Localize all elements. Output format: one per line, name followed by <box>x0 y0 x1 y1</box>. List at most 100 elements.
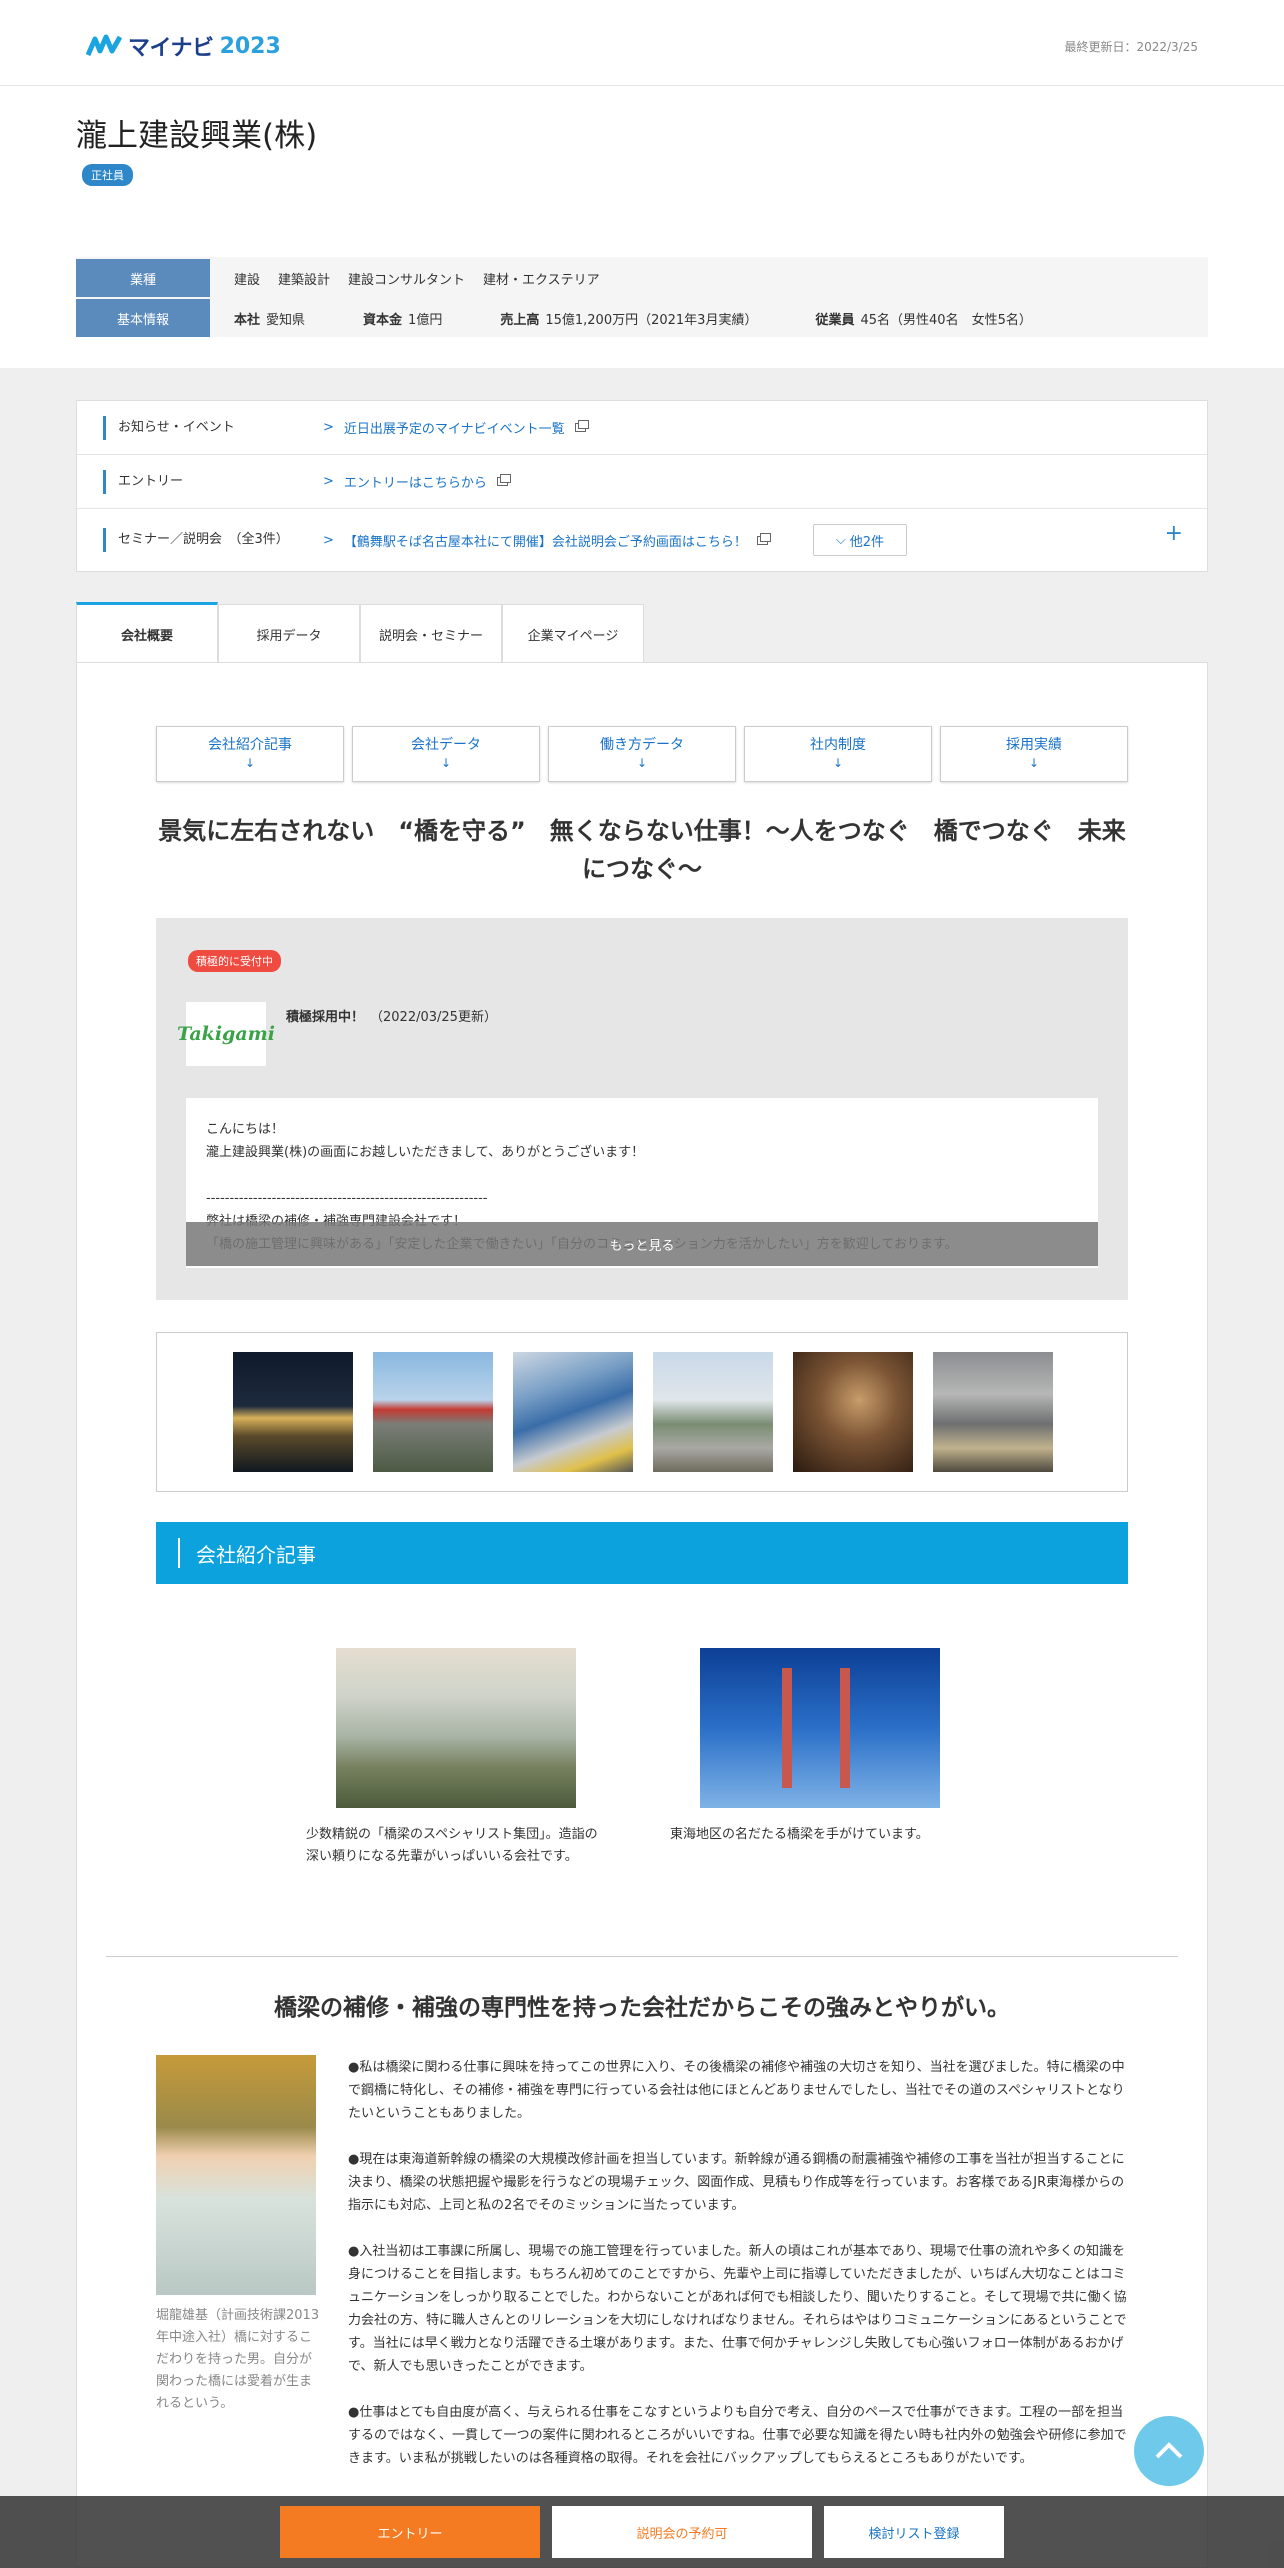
anchor-label: 採用実績 <box>1006 736 1062 753</box>
bottom-action-bar: エントリー 説明会の予約可 検討リスト登録 <box>0 2496 1284 2568</box>
industry-value: 建材・エクステリア <box>483 272 600 288</box>
logo-year: 2023 <box>219 33 281 59</box>
article-body: ●私は橋梁に関わる仕事に興味を持ってこの世界に入り、その後橋梁の補修や補強の大切… <box>348 2056 1128 2493</box>
arrow-down-icon: ↓ <box>244 756 256 771</box>
feature-caption: 東海地区の名だたる橋梁を手がけています。 <box>670 1827 929 1842</box>
article-headline: 橋梁の補修・補強の専門性を持った会社だからこその強みとやりがい。 <box>274 1995 1010 2021</box>
gallery-thumb-steel-structure[interactable] <box>933 1352 1053 1472</box>
news-box: 積極的に受付中 Takigami 積極採用中！ （2022/03/25更新） こん… <box>156 918 1128 1300</box>
notice-row-events: お知らせ・イベント > 近日出展予定のマイナビイベント一覧 <box>77 401 1207 455</box>
employees: 従業員 45名（男性40名 女性5名） <box>815 309 1031 328</box>
team-photo <box>336 1648 576 1808</box>
news-title-text: 積極採用中！ <box>286 1010 365 1025</box>
recruiting-status-badge: 積極的に受付中 <box>188 950 281 972</box>
events-link[interactable]: > 近日出展予定のマイナビイベント一覧 <box>323 418 589 437</box>
gallery-thumb-staircase[interactable] <box>513 1352 633 1472</box>
chevron-right-icon: > <box>323 420 334 435</box>
anchor-work-style[interactable]: 働き方データ ↓ <box>548 726 736 782</box>
seminar-reservation-button[interactable]: 説明会の予約可 <box>552 2506 812 2558</box>
logo-wordmark: Takigami <box>177 1023 275 1045</box>
notice-label: セミナー／説明会 （全3件） <box>103 528 289 552</box>
anchor-label: 会社データ <box>411 736 481 753</box>
gallery-thumb-workers[interactable] <box>793 1352 913 1472</box>
info-key: 資本金 <box>363 312 403 328</box>
arrow-down-icon: ↓ <box>440 756 452 771</box>
info-key: 売上高 <box>500 312 540 328</box>
industry-values: 建設 建築設計 建設コンサルタント 建材・エクステリア <box>210 269 600 288</box>
news-date: （2022/03/25更新） <box>370 1010 497 1025</box>
info-key: 従業員 <box>815 312 855 328</box>
article-paragraph: ●仕事はとても自由度が高く、与えられる仕事をこなすというよりも自分で考え、自分の… <box>348 2405 1127 2466</box>
info-value: 15億1,200万円（2021年3月実績） <box>545 312 758 328</box>
anchor-nav: 会社紹介記事 ↓ 会社データ ↓ 働き方データ ↓ 社内制度 ↓ 採用実績 ↓ <box>156 726 1128 782</box>
read-more-button[interactable]: もっと見る <box>186 1222 1098 1266</box>
industry-value: 建設 <box>234 272 261 288</box>
page-tabs: 会社概要 採用データ 説明会・セミナー 企業マイページ <box>76 602 644 664</box>
link-text: 【鶴舞駅そば名古屋本社にて開催】会社説明会ご予約画面はこちら！ <box>343 534 747 550</box>
notice-row-seminar: セミナー／説明会 （全3件） > 【鶴舞駅そば名古屋本社にて開催】会社説明会ご予約… <box>77 509 1207 571</box>
entry-link[interactable]: > エントリーはこちらから <box>323 472 511 491</box>
mynavi-logo[interactable]: マイナビ 2023 <box>86 30 281 62</box>
mynavi-mark-icon <box>86 34 122 57</box>
tab-recruit-data[interactable]: 採用データ <box>218 604 360 664</box>
chevron-right-icon: > <box>323 474 334 489</box>
anchor-label: 会社紹介記事 <box>208 736 292 753</box>
info-key: 本社 <box>234 312 261 328</box>
chevron-down-icon: ⌵ <box>835 532 846 548</box>
last-updated: 最終更新日：2022/3/25 <box>1064 40 1198 54</box>
anchor-company-articles[interactable]: 会社紹介記事 ↓ <box>156 726 344 782</box>
external-window-icon <box>574 420 589 432</box>
arrow-down-icon: ↓ <box>636 756 648 771</box>
employment-type-badge: 正社員 <box>82 164 133 186</box>
divider <box>106 1956 1178 1957</box>
sales: 売上高 15億1,200万円（2021年3月実績） <box>500 309 757 328</box>
news-title: 積極採用中！ （2022/03/25更新） <box>286 1006 497 1025</box>
article-paragraph: ●現在は東海道新幹線の橋梁の大規模改修計画を担当しています。新幹線が通る鋼橋の耐… <box>348 2152 1125 2213</box>
notice-row-entry: エントリー > エントリーはこちらから <box>77 455 1207 509</box>
capital: 資本金 1億円 <box>363 309 442 328</box>
gallery-thumb-construction-site[interactable] <box>653 1352 773 1472</box>
anchor-hiring-record[interactable]: 採用実績 ↓ <box>940 726 1128 782</box>
scroll-to-top-button[interactable] <box>1134 2416 1204 2486</box>
basic-info-values: 本社 愛知県 資本金 1億円 売上高 15億1,200万円（2021年3月実績） 従業… <box>210 309 1072 328</box>
company-info-table: 業種 建設 建築設計 建設コンサルタント 建材・エクステリア 基本情報 本社 愛知… <box>76 257 1208 337</box>
gallery-thumb-red-bridge[interactable] <box>373 1352 493 1472</box>
anchor-label: 働き方データ <box>600 736 684 753</box>
anchor-internal-systems[interactable]: 社内制度 ↓ <box>744 726 932 782</box>
external-window-icon <box>756 532 771 545</box>
industry-value: 建設コンサルタント <box>348 272 466 288</box>
article-paragraph: ●入社当初は工事課に所属し、現場での施工管理を行っていました。新人の頃はこれが基… <box>348 2244 1127 2374</box>
industry-value: 建築設計 <box>278 272 331 288</box>
chevron-right-icon: > <box>323 532 334 548</box>
notices-panel: お知らせ・イベント > 近日出展予定のマイナビイベント一覧 エントリー > エントリ… <box>76 400 1208 572</box>
section-heading: 会社紹介記事 <box>156 1522 1128 1584</box>
employee-caption: 堀龍雄基（計画技術課2013年中途入社）橋に対するこだわりを持った男。自分が関わ… <box>156 2308 320 2411</box>
feature-bridge: 東海地区の名だたる橋梁を手がけています。 <box>670 1648 970 1846</box>
tab-company-overview[interactable]: 会社概要 <box>76 602 218 664</box>
link-text: 近日出展予定のマイナビイベント一覧 <box>343 422 565 437</box>
headquarters: 本社 愛知県 <box>234 309 305 328</box>
basic-info-row: 基本情報 本社 愛知県 資本金 1億円 売上高 15億1,200万円（2021年3月実… <box>76 299 1208 337</box>
chevron-up-icon <box>1155 2442 1183 2459</box>
external-window-icon <box>496 474 511 486</box>
company-name: 瀧上建設興業(株) <box>76 118 318 154</box>
catchphrase-headline: 景気に左右されない “橋を守る” 無くならない仕事！～人をつなぐ 橋でつなぐ 未… <box>158 817 1126 883</box>
info-value: 45名（男性40名 女性5名） <box>860 312 1032 328</box>
more-seminars-button[interactable]: ⌵ 他2件 <box>813 524 907 556</box>
gallery-thumb-bridge-night[interactable] <box>233 1352 353 1472</box>
seminar-link[interactable]: > 【鶴舞駅そば名古屋本社にて開催】会社説明会ご予約画面はこちら！ <box>323 531 771 550</box>
anchor-company-data[interactable]: 会社データ ↓ <box>352 726 540 782</box>
notice-label: お知らせ・イベント <box>103 415 235 440</box>
expand-plus-icon[interactable]: + <box>1165 521 1183 546</box>
add-to-list-button[interactable]: 検討リスト登録 <box>824 2506 1004 2558</box>
logo-text: マイナビ <box>128 36 214 61</box>
basic-info-label: 基本情報 <box>76 299 210 337</box>
tab-seminars[interactable]: 説明会・セミナー <box>360 604 502 664</box>
entry-button[interactable]: エントリー <box>280 2506 540 2558</box>
tab-company-mypage[interactable]: 企業マイページ <box>502 604 644 664</box>
info-value: 1億円 <box>408 312 443 328</box>
feature-caption: 少数精鋭の「橋梁のスペシャリスト集団」。造詣の深い頼りになる先輩がいっぱいいる会… <box>306 1827 598 1864</box>
arrow-down-icon: ↓ <box>1028 756 1040 771</box>
site-header: マイナビ 2023 最終更新日：2022/3/25 <box>0 0 1284 86</box>
bridge-photo <box>700 1648 940 1808</box>
